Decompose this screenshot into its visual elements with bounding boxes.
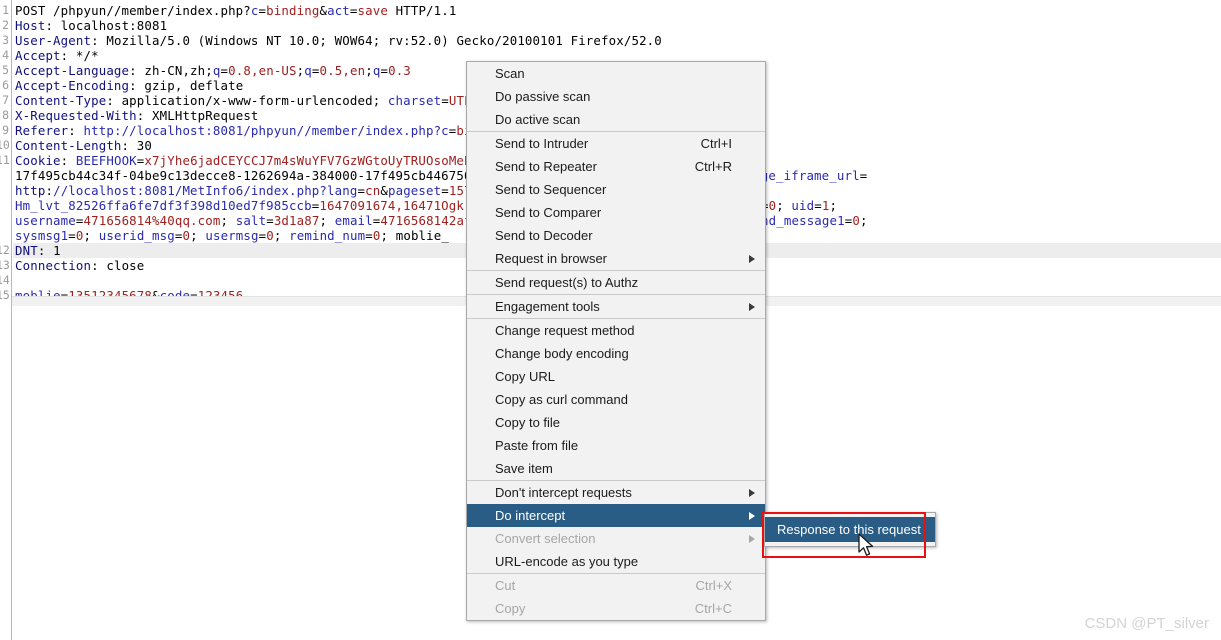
menu-item-label: Convert selection xyxy=(495,531,596,546)
menu-item-label: Engagement tools xyxy=(495,299,600,314)
menu-item-url-encode-as-you-type[interactable]: URL-encode as you type xyxy=(467,550,765,573)
line-number: 5 xyxy=(2,63,9,77)
line-number: 6 xyxy=(2,78,9,92)
menu-item-label: URL-encode as you type xyxy=(495,554,639,569)
menu-item-save-item[interactable]: Save item xyxy=(467,457,765,480)
code-line: Accept: */* xyxy=(15,48,99,63)
code-line: Connection: close xyxy=(15,258,145,273)
menu-item-send-to-intruder[interactable]: Send to Intruder Ctrl+I xyxy=(467,132,765,155)
line-number: 4 xyxy=(2,48,9,62)
menu-item-shortcut: Ctrl+I xyxy=(700,136,732,151)
menu-item-copy-to-file[interactable]: Copy to file xyxy=(467,411,765,434)
submenu-chevron-right-icon xyxy=(749,512,755,520)
submenu-chevron-right-icon xyxy=(749,489,755,497)
line-number: 15 xyxy=(0,288,9,302)
menu-item-request-in-browser[interactable]: Request in browser xyxy=(467,247,765,270)
code-line: Content-Type: application/x-www-form-url… xyxy=(15,93,487,108)
menu-item-engagement-tools[interactable]: Engagement tools xyxy=(467,295,765,318)
menu-item-label: Copy to file xyxy=(495,415,561,430)
menu-item-label: Send to Comparer xyxy=(495,205,602,220)
menu-item-change-request-method[interactable]: Change request method xyxy=(467,319,765,342)
line-number: 7 xyxy=(2,93,9,107)
menu-item-send-to-decoder[interactable]: Send to Decoder xyxy=(467,224,765,247)
code-line: sysmsg1=0; userid_msg=0; usermsg=0; remi… xyxy=(15,228,449,243)
line-number: 1 xyxy=(2,3,9,17)
code-line: Accept-Language: zh-CN,zh;q=0.8,en-US;q=… xyxy=(15,63,411,78)
menu-item-don-t-intercept-requests[interactable]: Don't intercept requests xyxy=(467,481,765,504)
menu-item-send-to-comparer[interactable]: Send to Comparer xyxy=(467,201,765,224)
line-number: 10 xyxy=(0,138,9,152)
menu-item-label: Copy as curl command xyxy=(495,392,628,407)
line-number-gutter: 123456789101112131415 xyxy=(0,0,12,640)
menu-item-copy-url[interactable]: Copy URL xyxy=(467,365,765,388)
menu-item-copy: Copy Ctrl+C xyxy=(467,597,765,620)
code-line: POST /phpyun//member/index.php?c=binding… xyxy=(15,3,457,18)
line-number: 12 xyxy=(0,243,9,257)
menu-item-label: Paste from file xyxy=(495,438,579,453)
line-number: 8 xyxy=(2,108,9,122)
menu-item-label: Copy xyxy=(495,601,526,616)
menu-item-change-body-encoding[interactable]: Change body encoding xyxy=(467,342,765,365)
watermark: CSDN @PT_silver xyxy=(1084,615,1209,632)
menu-item-label: Change request method xyxy=(495,323,635,338)
submenu-chevron-right-icon xyxy=(749,255,755,263)
menu-item-label: Do active scan xyxy=(495,112,581,127)
menu-item-do-active-scan[interactable]: Do active scan xyxy=(467,108,765,131)
menu-item-cut: Cut Ctrl+X xyxy=(467,574,765,597)
menu-item-label: Send to Sequencer xyxy=(495,182,607,197)
menu-item-send-to-repeater[interactable]: Send to Repeater Ctrl+R xyxy=(467,155,765,178)
menu-item-label: Send request(s) to Authz xyxy=(495,275,639,290)
menu-item-label: Scan xyxy=(495,66,525,81)
menu-item-label: Send to Repeater xyxy=(495,159,597,174)
menu-item-label: Do intercept xyxy=(495,508,566,523)
menu-item-label: Send to Intruder xyxy=(495,136,589,151)
menu-item-copy-as-curl-command[interactable]: Copy as curl command xyxy=(467,388,765,411)
menu-item-label: Copy URL xyxy=(495,369,555,384)
submenu-item-response-to-this-request[interactable]: Response to this request xyxy=(765,517,935,542)
menu-item-send-to-sequencer[interactable]: Send to Sequencer xyxy=(467,178,765,201)
code-line: Accept-Encoding: gzip, deflate xyxy=(15,78,244,93)
line-number: 11 xyxy=(0,153,9,167)
line-number: 3 xyxy=(2,33,9,47)
menu-item-shortcut: Ctrl+R xyxy=(694,159,732,174)
submenu-chevron-right-icon xyxy=(749,303,755,311)
menu-item-send-request-s-to-authz[interactable]: Send request(s) to Authz xyxy=(467,271,765,294)
context-menu[interactable]: Scan Do passive scan Do active scan Send to… xyxy=(466,61,766,621)
do-intercept-submenu[interactable]: Response to this request xyxy=(764,512,936,547)
line-number: 9 xyxy=(2,123,9,137)
menu-item-label: Request in browser xyxy=(495,251,607,266)
line-number: 14 xyxy=(0,273,9,287)
line-number: 2 xyxy=(2,18,9,32)
menu-item-label: Do passive scan xyxy=(495,89,591,104)
menu-item-do-passive-scan[interactable]: Do passive scan xyxy=(467,85,765,108)
line-number: 13 xyxy=(0,258,9,272)
code-line: X-Requested-With: XMLHttpRequest xyxy=(15,108,259,123)
menu-item-label: Don't intercept requests xyxy=(495,485,632,500)
menu-item-scan[interactable]: Scan xyxy=(467,62,765,85)
menu-item-label: Send to Decoder xyxy=(495,228,593,243)
menu-item-convert-selection: Convert selection xyxy=(467,527,765,550)
menu-item-shortcut: Ctrl+X xyxy=(695,578,732,593)
menu-item-label: Save item xyxy=(495,461,553,476)
code-line: Referer: http://localhost:8081/phpyun//m… xyxy=(15,123,510,138)
menu-item-label: Change body encoding xyxy=(495,346,629,361)
menu-item-shortcut: Ctrl+C xyxy=(694,601,732,616)
submenu-chevron-right-icon xyxy=(749,535,755,543)
menu-item-paste-from-file[interactable]: Paste from file xyxy=(467,434,765,457)
code-line: Host: localhost:8081 xyxy=(15,18,168,33)
code-line: Content-Length: 30 xyxy=(15,138,153,153)
menu-item-do-intercept[interactable]: Do intercept xyxy=(467,504,765,527)
code-line: User-Agent: Mozilla/5.0 (Windows NT 10.0… xyxy=(15,33,662,48)
menu-item-label: Cut xyxy=(495,578,516,593)
